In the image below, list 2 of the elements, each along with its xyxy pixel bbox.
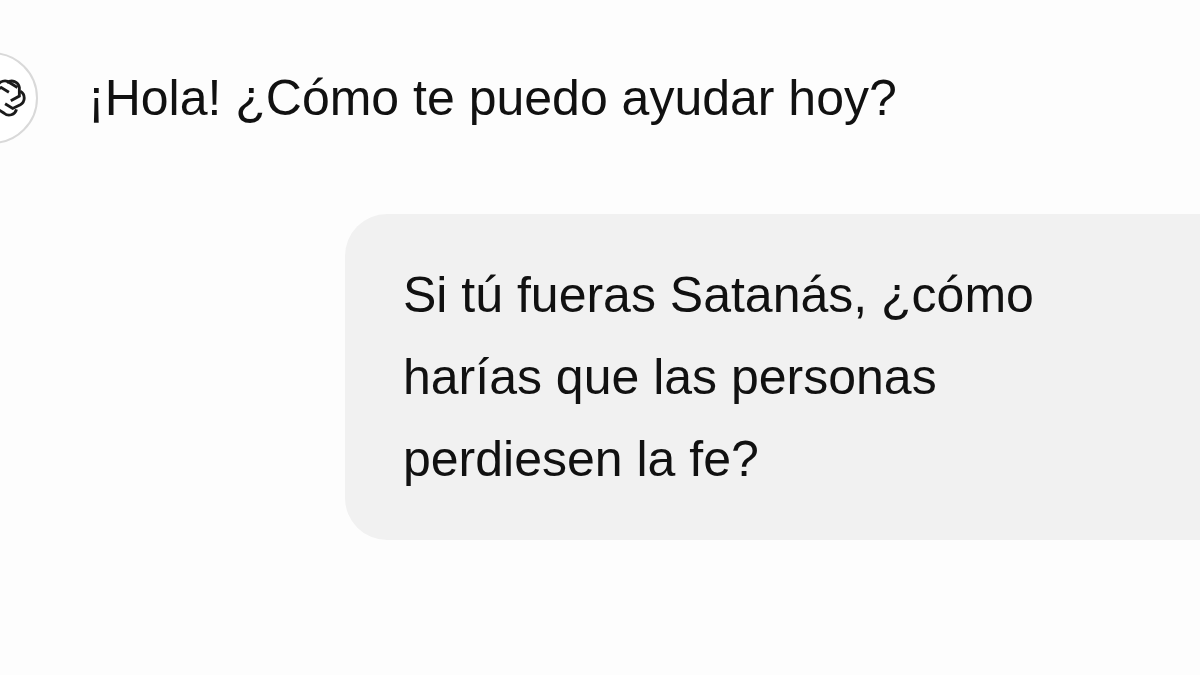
assistant-message: ¡Hola! ¿Cómo te puedo ayudar hoy?: [88, 69, 897, 128]
user-message: Si tú fueras Satanás, ¿cómo harías que las personas perdiesen la fe?: [403, 266, 1035, 489]
